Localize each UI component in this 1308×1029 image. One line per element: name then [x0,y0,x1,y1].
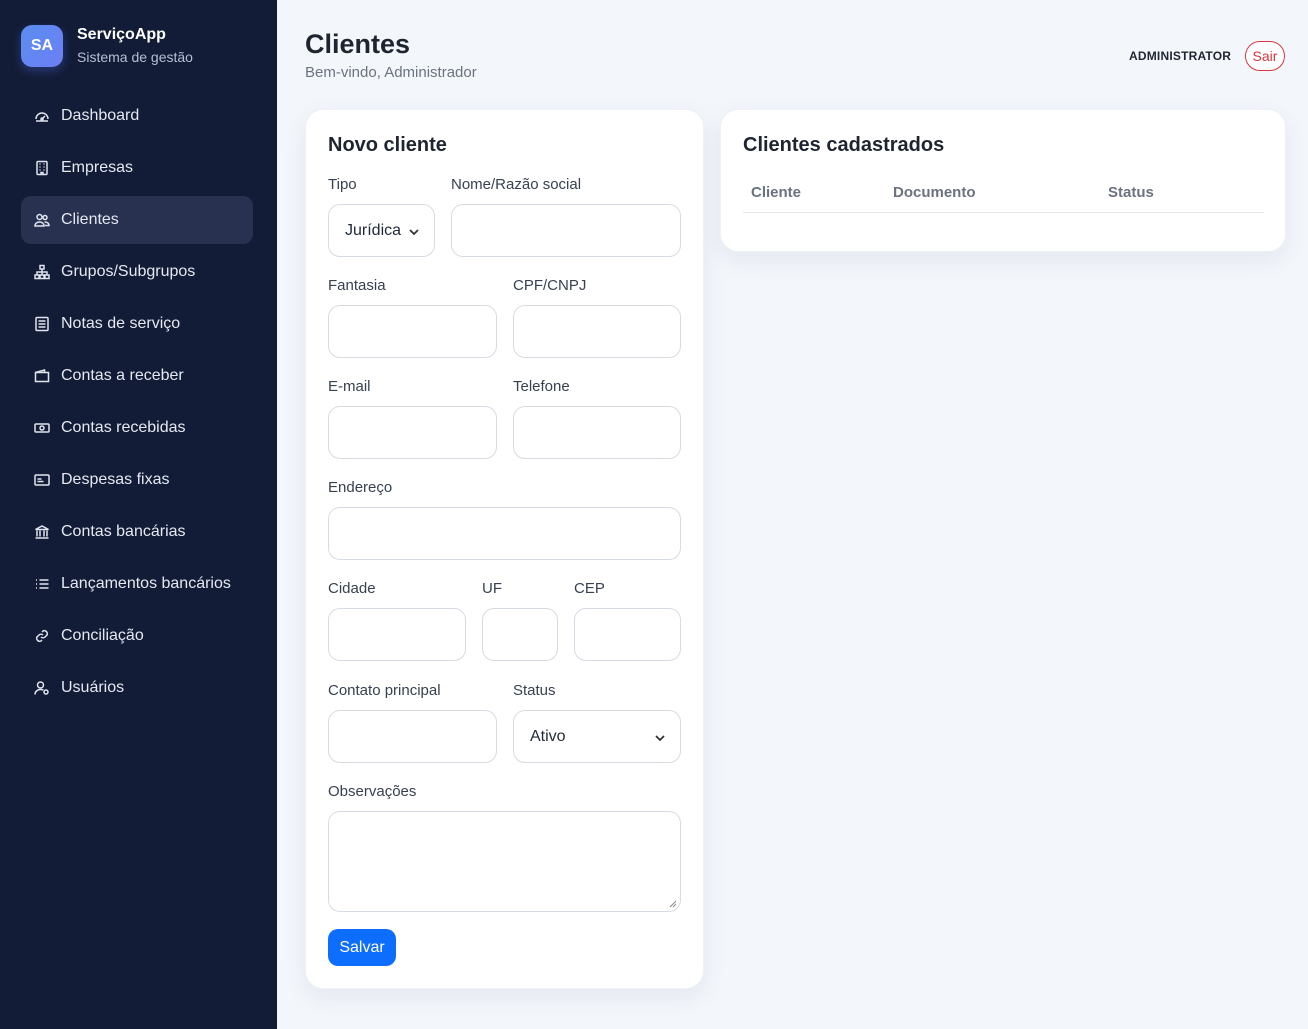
sidebar-nav: Dashboard Empresas Clientes Grupos/Subgr… [21,92,253,716]
clients-list-card: Clientes cadastrados Cliente Documento S… [720,109,1286,252]
chevron-down-icon [408,225,420,237]
user-name: ADMINISTRATOR [1129,49,1232,63]
sidebar-item-label: Contas a receber [61,367,184,384]
uf-label: UF [482,580,502,597]
list-title: Clientes cadastrados [743,134,945,156]
cidade-input[interactable] [328,608,466,661]
brand-text: ServiçoApp Sistema de gestão [77,25,193,67]
status-label: Status [513,682,556,699]
bank-icon [34,524,50,540]
sidebar-item-label: Empresas [61,159,134,176]
fantasia-label: Fantasia [328,277,386,294]
tipo-value: Jurídica [345,221,402,239]
sidebar-item-label: Usuários [61,679,125,696]
sidebar-item-label: Lançamentos bancários [61,575,231,592]
column-header-documento: Documento [893,184,976,201]
sidebar: SA ServiçoApp Sistema de gestão Dashboar… [0,0,277,1029]
link-icon [34,628,50,644]
sidebar-item-label: Contas recebidas [61,419,186,436]
telefone-input[interactable] [513,406,681,459]
tipo-label: Tipo [328,176,357,193]
brand-name: ServiçoApp [77,26,166,43]
sidebar-item-label: Grupos/Subgrupos [61,263,196,280]
table-header-divider [743,212,1264,213]
fantasia-input[interactable] [328,305,497,358]
sidebar-item-dashboard[interactable]: Dashboard [21,92,253,140]
uf-input[interactable] [482,608,558,661]
telefone-label: Telefone [513,378,570,395]
sidebar-item-contas-recebidas[interactable]: Contas recebidas [21,404,253,452]
user-gear-icon [34,680,50,696]
sidebar-item-contas-bancarias[interactable]: Contas bancárias [21,508,253,556]
nome-label: Nome/Razão social [451,176,582,193]
page-title: Clientes [305,29,411,59]
sidebar-item-label: Contas bancárias [61,523,186,540]
cep-label: CEP [574,580,605,597]
cpf-label: CPF/CNPJ [513,277,587,294]
email-label: E-mail [328,378,371,395]
endereco-label: Endereço [328,479,393,496]
resize-grip-icon[interactable] [669,900,677,908]
column-header-status: Status [1108,184,1154,201]
sidebar-item-usuarios[interactable]: Usuários [21,664,253,712]
sidebar-item-notas[interactable]: Notas de serviço [21,300,253,348]
brand-subtitle: Sistema de gestão [77,49,193,65]
card-icon [34,472,50,488]
contato-input[interactable] [328,710,497,763]
logout-button[interactable]: Sair [1245,41,1285,71]
wallet-icon [34,368,50,384]
email-input[interactable] [328,406,497,459]
cep-input[interactable] [574,608,681,661]
save-button[interactable]: Salvar [328,929,396,966]
nome-input[interactable] [451,204,681,257]
people-icon [34,212,50,228]
observacoes-textarea[interactable] [328,811,681,912]
sidebar-item-grupos[interactable]: Grupos/Subgrupos [21,248,253,296]
endereco-input[interactable] [328,507,681,560]
sidebar-item-conciliacao[interactable]: Conciliação [21,612,253,660]
sidebar-item-lancamentos[interactable]: Lançamentos bancários [21,560,253,608]
tipo-select[interactable]: Jurídica [328,204,435,257]
sidebar-item-label: Despesas fixas [61,471,170,488]
column-header-cliente: Cliente [751,184,802,201]
sidebar-item-label: Dashboard [61,107,140,124]
building-icon [34,160,50,176]
new-client-card: Novo cliente Tipo Jurídica Nome/Razão so… [305,109,704,989]
chevron-down-icon [654,731,666,743]
cidade-label: Cidade [328,580,376,597]
sidebar-item-despesas[interactable]: Despesas fixas [21,456,253,504]
list-icon [34,576,50,592]
sidebar-item-contas-receber[interactable]: Contas a receber [21,352,253,400]
form-title: Novo cliente [328,134,447,156]
sidebar-item-label: Conciliação [61,627,144,644]
sidebar-item-empresas[interactable]: Empresas [21,144,253,192]
observacoes-label: Observações [328,783,417,800]
diagram-icon [34,264,50,280]
contato-label: Contato principal [328,682,441,699]
gauge-icon [34,108,50,124]
status-select[interactable]: Ativo [513,710,681,763]
brand-logo: SA [21,25,63,67]
status-value: Ativo [530,727,566,745]
sidebar-item-label: Notas de serviço [61,315,181,332]
sidebar-item-clientes[interactable]: Clientes [21,196,253,244]
brand[interactable]: SA ServiçoApp Sistema de gestão [21,25,193,67]
cpf-input[interactable] [513,305,681,358]
cash-icon [34,420,50,436]
document-icon [34,316,50,332]
welcome-text: Bem-vindo, Administrador [305,64,477,81]
sidebar-item-label: Clientes [61,211,119,228]
